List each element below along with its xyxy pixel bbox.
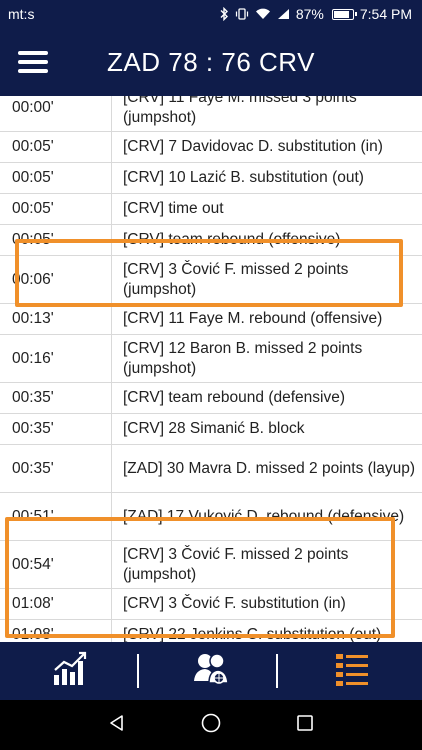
play-row: 00:35' [CRV] 28 Simanić B. block: [0, 414, 422, 445]
recents-button[interactable]: [285, 705, 325, 745]
status-bar: mt:s 87% 7:54 PM: [0, 0, 422, 28]
play-description: [ZAD] 17 Vuković D. rebound (defensive): [123, 507, 405, 525]
back-button[interactable]: [97, 705, 137, 745]
play-time: 00:16': [0, 335, 112, 382]
players-tab[interactable]: [161, 642, 261, 700]
home-icon: [200, 712, 222, 739]
play-time: 00:05': [0, 194, 112, 224]
play-description: [CRV] time out: [123, 200, 224, 217]
bottom-nav: [0, 642, 422, 700]
hamburger-menu-icon: [18, 51, 48, 73]
recents-icon: [295, 713, 315, 738]
play-row: 00:05' [CRV] team rebound (offensive): [0, 225, 422, 256]
signal-icon: [277, 8, 290, 20]
play-row: 00:16' [CRV] 12 Baron B. missed 2 points …: [0, 335, 422, 383]
nav-divider: [137, 654, 139, 688]
nav-divider: [276, 654, 278, 688]
play-time: 00:35': [0, 383, 112, 413]
play-time: 00:05': [0, 225, 112, 255]
home-button[interactable]: [191, 705, 231, 745]
play-description: [CRV] 7 Davidovac D. substitution (in): [123, 138, 383, 155]
play-by-play-list-icon: [333, 651, 371, 692]
play-by-play-rows: 00:00' [CRV] 11 Faye M. missed 3 points (…: [0, 96, 422, 642]
play-description: [CRV] 22 Jenkins C. substitution (out): [123, 626, 382, 642]
wifi-icon: [255, 8, 271, 20]
play-row: 00:05' [CRV] time out: [0, 194, 422, 225]
carrier-label: mt:s: [8, 6, 35, 22]
stats-chart-icon: [51, 651, 89, 692]
battery-fill: [333, 10, 349, 18]
play-description: [CRV] 28 Simanić B. block: [123, 420, 305, 437]
play-description: [CRV] 11 Faye M. missed 3 points (jumpsh…: [123, 96, 357, 126]
play-by-play-list[interactable]: 00:00' [CRV] 11 Faye M. missed 3 points (…: [0, 96, 422, 642]
play-time: 00:00': [0, 96, 112, 131]
play-description: [CRV] 10 Lazić B. substitution (out): [123, 169, 364, 186]
play-by-play-tab[interactable]: [302, 642, 402, 700]
play-row: 00:35' [CRV] team rebound (defensive): [0, 383, 422, 414]
play-time: 00:54': [0, 541, 112, 588]
play-row: 01:08' [CRV] 22 Jenkins C. substitution (…: [0, 620, 422, 642]
clock: 7:54 PM: [359, 6, 412, 22]
app-bar: ZAD 78 : 76 CRV: [0, 28, 422, 96]
play-description: [CRV] 12 Baron B. missed 2 points (jumps…: [123, 339, 363, 377]
play-description: [CRV] 3 Čović F. substitution (in): [123, 595, 346, 612]
play-row: 00:00' [CRV] 11 Faye M. missed 3 points (…: [0, 96, 422, 132]
play-row: 00:05' [CRV] 10 Lazić B. substitution (ou…: [0, 163, 422, 194]
play-description: [CRV] 3 Čović F. missed 2 points (jumpsh…: [123, 545, 349, 583]
back-icon: [107, 713, 127, 738]
play-description: [CRV] team rebound (defensive): [123, 389, 345, 406]
play-time: 00:06': [0, 256, 112, 303]
stats-tab[interactable]: [20, 642, 120, 700]
play-description: [CRV] 3 Čović F. missed 2 points (jumpsh…: [123, 260, 349, 298]
play-time: 00:13': [0, 304, 112, 334]
play-time: 01:08': [0, 620, 112, 642]
play-row: 00:35' [ZAD] 30 Mavra D. missed 2 points …: [0, 445, 422, 493]
battery-icon: [331, 8, 357, 20]
play-time: 01:08': [0, 589, 112, 619]
play-description: [CRV] 11 Faye M. rebound (offensive): [123, 310, 383, 327]
players-icon: [191, 651, 231, 692]
status-icons: 87% 7:54 PM: [219, 6, 412, 22]
play-row: 00:05' [CRV] 7 Davidovac D. substitution …: [0, 132, 422, 163]
play-row: 01:08' [CRV] 3 Čović F. substitution (in): [0, 589, 422, 620]
bluetooth-icon: [219, 7, 229, 21]
play-description: [CRV] team rebound (offensive): [123, 231, 341, 248]
play-time: 00:35': [0, 414, 112, 444]
vibrate-icon: [235, 7, 249, 21]
play-time: 00:05': [0, 163, 112, 193]
menu-button[interactable]: [0, 28, 66, 96]
play-row: 00:51' [ZAD] 17 Vuković D. rebound (defen…: [0, 493, 422, 541]
play-time: 00:05': [0, 132, 112, 162]
play-row: 00:06' [CRV] 3 Čović F. missed 2 points (…: [0, 256, 422, 304]
play-row: 00:13' [CRV] 11 Faye M. rebound (offensiv…: [0, 304, 422, 335]
system-nav-bar: [0, 700, 422, 750]
play-time: 00:35': [0, 445, 112, 492]
play-row: 00:54' [CRV] 3 Čović F. missed 2 points (…: [0, 541, 422, 589]
battery-percent: 87%: [295, 6, 324, 22]
play-description: [ZAD] 30 Mavra D. missed 2 points (layup…: [123, 459, 416, 477]
play-time: 00:51': [0, 493, 112, 540]
